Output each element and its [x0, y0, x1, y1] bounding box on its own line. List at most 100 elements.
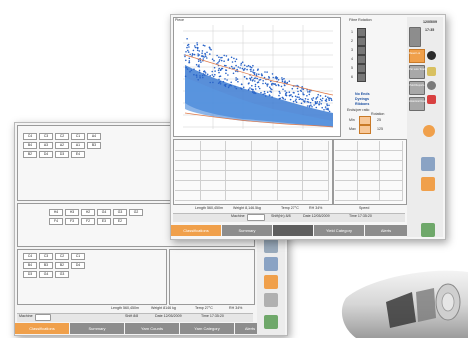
- scatter-dot: [237, 66, 240, 68]
- table-cell: [303, 171, 329, 181]
- scatter-dot: [327, 107, 329, 110]
- grid-cell: C2: [55, 133, 69, 140]
- scatter-dot: [234, 60, 237, 63]
- stack-icon[interactable]: [264, 315, 278, 329]
- table-cell: [175, 171, 201, 181]
- scatter-dot: [212, 75, 215, 78]
- front-tab-alerts[interactable]: Alerts: [365, 225, 407, 236]
- globe-icon[interactable]: [427, 81, 436, 90]
- scatter-dot: [288, 80, 291, 82]
- back-tab-classifications[interactable]: Classifications: [15, 323, 69, 334]
- table-cell: [303, 181, 329, 191]
- scatter-dot: [232, 67, 234, 70]
- chain-icon[interactable]: [264, 293, 278, 307]
- orange-wheel-icon[interactable]: [423, 125, 435, 137]
- alarm-icon[interactable]: [427, 95, 436, 104]
- stat-row-swatch[interactable]: [357, 64, 366, 73]
- scatter-dot: [242, 86, 245, 89]
- wrench-icon[interactable]: [264, 239, 278, 253]
- scatter-dot: [214, 70, 216, 72]
- stat-row-swatch[interactable]: [357, 73, 366, 82]
- back-tab-yarn-category[interactable]: Yarn Category: [180, 323, 234, 334]
- scatter-dot: [203, 56, 205, 58]
- scatter-dot: [295, 98, 297, 101]
- scatter-dot: [186, 38, 188, 40]
- scatter-dot: [188, 46, 190, 48]
- stats-header: Fibre Rotation: [349, 18, 372, 22]
- scatter-dot: [197, 79, 199, 81]
- scatter-dot: [252, 90, 254, 93]
- scatter-dot: [231, 61, 234, 63]
- scatter-dot: [196, 76, 198, 78]
- scatter-dot: [316, 101, 319, 103]
- table-cell: [175, 181, 201, 191]
- scatter-dot: [199, 76, 201, 79]
- scatter-dot: [308, 90, 311, 92]
- scatter-dot: [230, 65, 233, 68]
- front-tab-yield-category[interactable]: Yield Category: [314, 225, 364, 236]
- scatter-dot: [309, 101, 312, 104]
- table-cell: [380, 171, 403, 181]
- scatter-dot: [260, 73, 263, 75]
- back-tab-yarn-counts[interactable]: Yarn Counts: [125, 323, 179, 334]
- scatter-dot: [296, 87, 299, 90]
- scatter-dot: [294, 100, 297, 102]
- document-icon[interactable]: [421, 177, 435, 191]
- front-tab-summary[interactable]: Summary: [222, 225, 272, 236]
- back-machine-field[interactable]: [35, 314, 51, 321]
- scatter-dot: [291, 95, 294, 98]
- front-info-rh: RH 34%: [309, 206, 323, 210]
- scatter-dot: [279, 97, 281, 100]
- scatter-dot: [269, 87, 272, 90]
- stat-row-swatch[interactable]: [357, 37, 366, 46]
- scatter-dot: [312, 97, 315, 99]
- scatter-dot: [191, 53, 194, 55]
- min-field[interactable]: [359, 116, 371, 125]
- warning-icon[interactable]: [427, 67, 436, 76]
- scatter-dot: [256, 69, 259, 71]
- front-machine-field[interactable]: [247, 214, 265, 221]
- scatter-dot: [227, 74, 229, 76]
- layers-icon[interactable]: [421, 223, 435, 237]
- scatter-dot: [235, 77, 237, 79]
- scatter-dot: [324, 95, 327, 97]
- table-cell: [357, 181, 381, 191]
- scatter-dot: [219, 69, 222, 71]
- stat-row-swatch[interactable]: [357, 55, 366, 64]
- scatter-dot: [315, 97, 318, 99]
- table-cell: [335, 171, 358, 181]
- front-tab-classifications[interactable]: Classifications: [171, 225, 221, 236]
- scatter-dot: [283, 77, 285, 80]
- stat-row-swatch[interactable]: [357, 28, 366, 37]
- scatter-dot: [328, 104, 330, 107]
- scatter-dot: [289, 98, 292, 101]
- scatter-dot: [247, 89, 250, 91]
- scatter-dot: [260, 91, 262, 94]
- tools-icon[interactable]: [421, 157, 435, 171]
- max-value: 125: [377, 127, 383, 131]
- scatter-dot: [311, 98, 313, 100]
- person-icon[interactable]: [427, 51, 436, 60]
- scatter-dot: [254, 83, 257, 86]
- scatter-dot: [234, 86, 236, 88]
- grid-cell: C1: [71, 253, 85, 260]
- scatter-dot: [192, 49, 195, 52]
- top-gray-button[interactable]: [409, 27, 421, 47]
- scatter-dot: [264, 92, 266, 95]
- front-status-machine: Machine: [231, 214, 245, 218]
- time-display: 17:35: [425, 28, 435, 32]
- scatter-dot: [211, 58, 214, 60]
- back-tab-summary[interactable]: Summary: [70, 323, 124, 334]
- tool-icon[interactable]: [264, 257, 278, 271]
- scatter-dot: [247, 82, 250, 85]
- scatter-dot: [307, 91, 309, 93]
- front-tab-settings[interactable]: Settings: [273, 225, 313, 236]
- report-icon[interactable]: [264, 275, 278, 289]
- scatter-dot: [233, 67, 236, 69]
- stat-row-swatch[interactable]: [357, 46, 366, 55]
- max-field[interactable]: [359, 125, 371, 134]
- scatter-dot: [219, 75, 222, 77]
- scatter-dot: [184, 75, 187, 78]
- scatter-dot: [197, 60, 200, 63]
- table-cell: [303, 141, 329, 151]
